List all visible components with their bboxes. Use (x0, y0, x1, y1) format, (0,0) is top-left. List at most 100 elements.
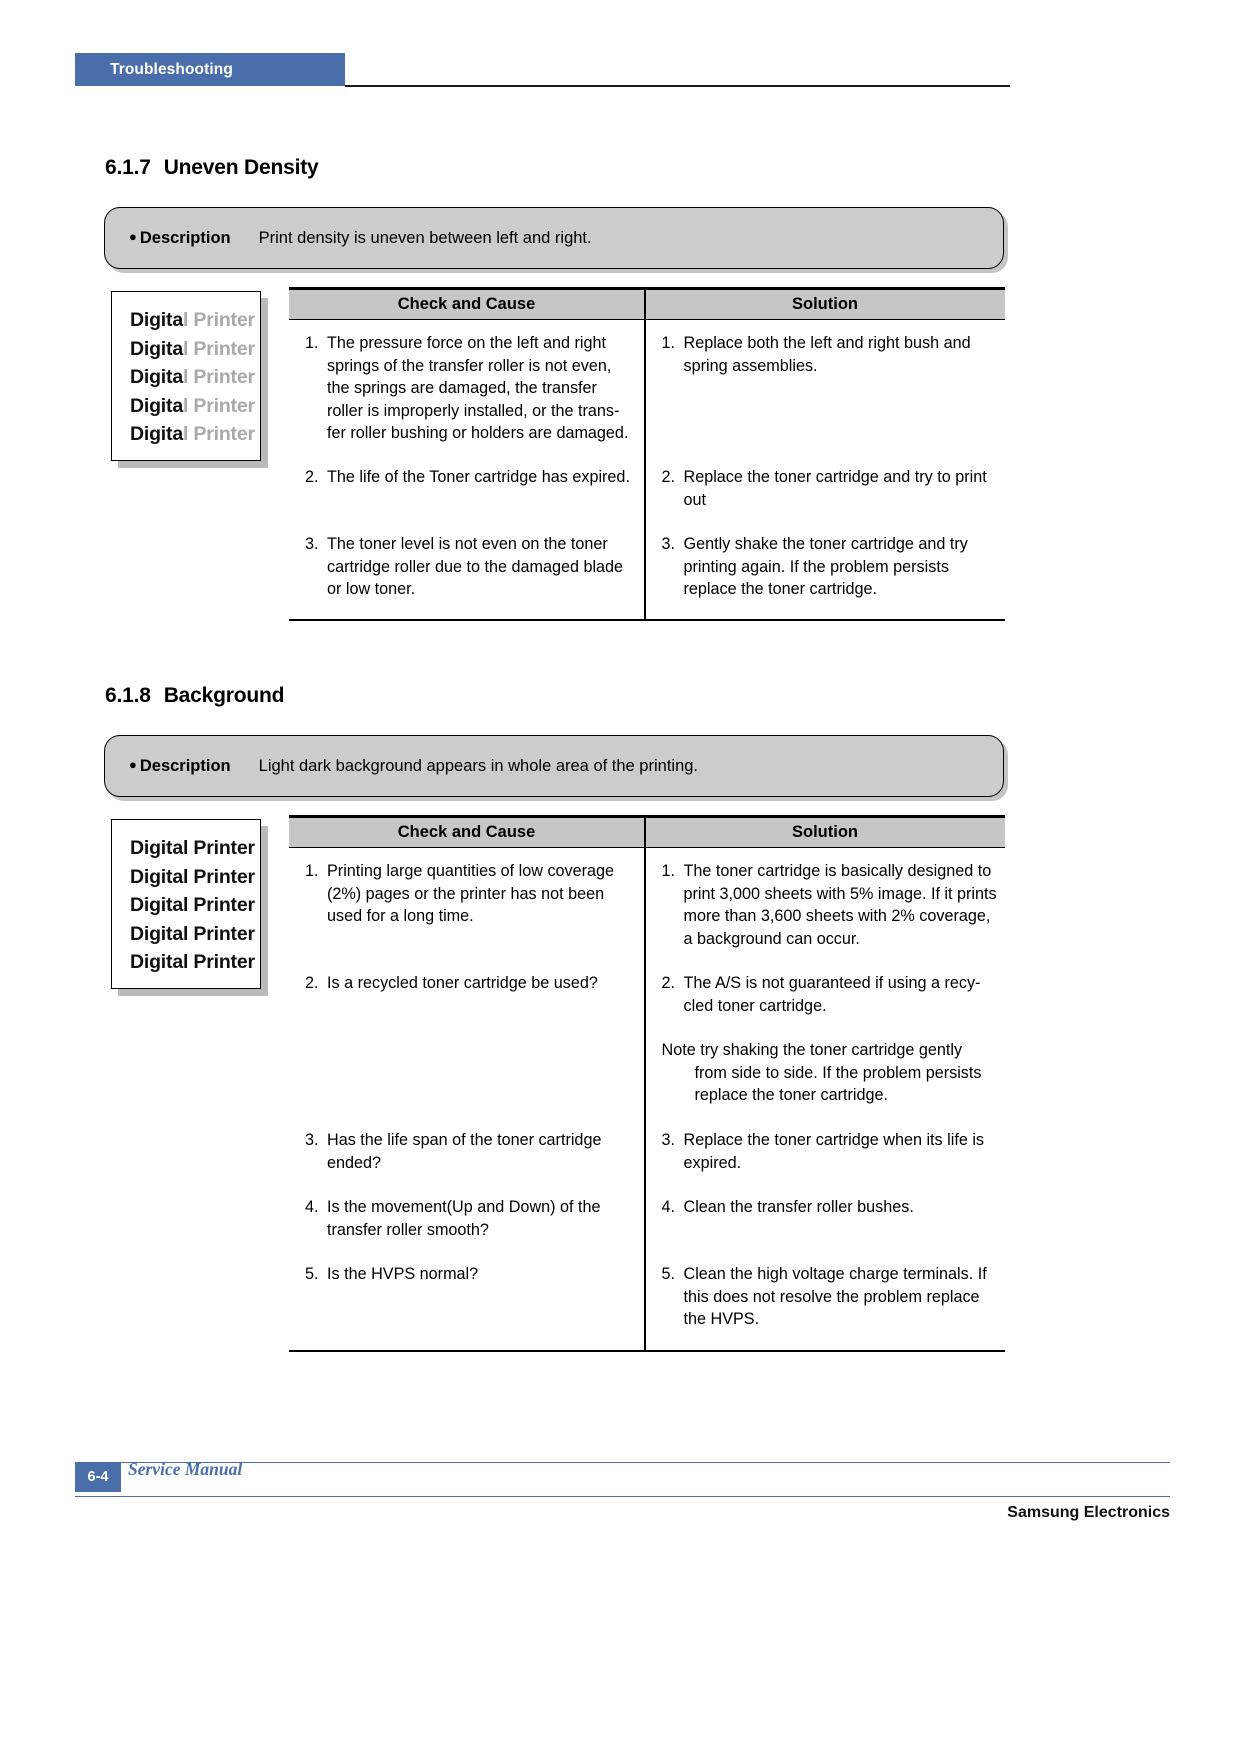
table-row: 3. Gently shake the toner cartridge and … (662, 533, 992, 601)
sample-line: Digital Printer (130, 335, 260, 364)
item-number: 3. (305, 1131, 319, 1149)
table-row: 2. Is a recycled toner cartridge be used… (305, 972, 630, 995)
table-column-causes: 1. The pressure force on the left and ri… (289, 320, 644, 619)
section-number-617: 6.1.7 (105, 156, 151, 179)
item-text: Replace both the left and right bush and… (683, 334, 971, 375)
table-row: 1. Replace both the left and right bush … (662, 332, 1002, 377)
section-heading-617: 6.1.7 Uneven Density (105, 156, 319, 180)
sample-line: Digital Printer (130, 834, 260, 863)
footer-page-number: 6-4 (75, 1462, 121, 1492)
description-text-618: Light dark background appears in whole a… (258, 756, 699, 775)
sample-line: Digital Printer (130, 948, 260, 977)
table-row: 1. The pressure force on the left and ri… (305, 332, 630, 445)
table-column-solutions: 1. The toner cartridge is basically desi… (646, 848, 1006, 1350)
header-chapter-tab: Troubleshooting (75, 53, 345, 86)
section-number-618: 6.1.8 (105, 684, 151, 707)
sample-line-dark: Digital Printer (130, 865, 255, 888)
item-number: 4. (661, 1198, 676, 1216)
section-title-617: Uneven Density (163, 156, 319, 179)
item-number: 5. (661, 1265, 676, 1283)
header-divider (345, 85, 1010, 87)
description-box-617: ● Description Print density is uneven bet… (104, 207, 1004, 269)
item-number: 3. (661, 535, 676, 553)
sample-line: Digital Printer (130, 920, 260, 949)
item-text: The toner cartridge is basically designe… (683, 862, 997, 948)
bullet-icon: ● (129, 756, 137, 772)
table-header-solution: Solution (644, 817, 1005, 847)
troubleshooting-table-617: Check and Cause Solution 1. The pressure… (289, 287, 1005, 621)
description-text-617: Print density is uneven between left and… (258, 228, 592, 247)
description-label-618: ● Description (129, 756, 231, 775)
sample-line: Digital Printer (130, 863, 260, 892)
sample-print-image-617: Digital Printer Digital Printer Digital … (111, 291, 261, 461)
item-text: Clean the high voltage charge terminals.… (683, 1265, 987, 1329)
sample-line-dark: Digita (130, 309, 183, 331)
table-bottom-border (289, 618, 1005, 621)
item-text: Clean the transfer roller bushes. (683, 1198, 914, 1216)
section-title-618: Background (163, 684, 285, 707)
table-header-solution: Solution (644, 289, 1005, 319)
item-text: Is a recycled toner cartridge be used? (327, 974, 598, 992)
sample-line: Digital Printer (130, 363, 260, 392)
sample-line: Digital Printer (130, 420, 260, 449)
item-text: Has the life span of the toner cartridge… (327, 1131, 602, 1172)
item-number: 1. (661, 862, 676, 880)
sample-print-image-618: Digital Printer Digital Printer Digital … (111, 819, 261, 989)
table-row: 2. Replace the toner cartridge and try t… (662, 466, 1007, 511)
table-header-row: Check and Cause Solution (289, 817, 1005, 847)
sample-line-dark: Digital Printer (130, 951, 255, 974)
section-heading-618: 6.1.8 Background (105, 684, 284, 708)
sample-line-dark: Digita (130, 366, 183, 389)
note-continuation: from side to side. If the problem persis… (694, 1063, 982, 1105)
sample-line-dark: Digital Printer (130, 837, 255, 859)
table-header-check-and-cause: Check and Cause (289, 817, 644, 847)
sample-line-faded: l Printer (182, 309, 255, 331)
item-text: Printing large quantities of low coverag… (327, 862, 615, 926)
troubleshooting-table-618: Check and Cause Solution 1. Printing lar… (289, 815, 1005, 1352)
header-chapter-label: Troubleshooting (110, 60, 233, 78)
table-column-causes: 1. Printing large quantities of low cove… (289, 848, 644, 1350)
table-header-row: Check and Cause Solution (289, 289, 1005, 319)
sample-line: Digital Printer (130, 891, 260, 920)
item-number: 1. (305, 334, 319, 352)
table-row: 4. Clean the transfer roller bushes. (662, 1196, 1002, 1219)
note-label: Note (661, 1041, 696, 1059)
footer-service-manual-label: Service Manual (128, 1459, 243, 1479)
item-number: 3. (661, 1131, 676, 1149)
footer-brand-label: Samsung Electronics (1007, 1504, 1170, 1521)
sample-line: Digital Printer (130, 306, 260, 335)
table-row: 3. The toner level is not even on the to… (305, 533, 630, 601)
table-header-check-and-cause: Check and Cause (289, 289, 644, 319)
document-page: Troubleshooting 6.1.7 Uneven Density ● Des… (0, 0, 1240, 1754)
table-row: 2. The A/S is not guaranteed if using a … (662, 972, 1002, 1017)
item-text: Gently shake the toner cartridge and try… (683, 535, 968, 599)
table-row: 1. Printing large quantities of low cove… (305, 860, 630, 928)
table-row: 2. The life of the Toner cartridge has e… (305, 466, 630, 489)
item-number: 3. (305, 535, 319, 553)
sample-line-faded: l Printer (182, 423, 255, 446)
item-text: Is the HVPS normal? (327, 1265, 479, 1283)
footer-bottom-divider (75, 1496, 1170, 1498)
sample-line-faded: l Printer (182, 366, 255, 389)
table-body: 1. The pressure force on the left and ri… (289, 320, 1005, 619)
item-text: Replace the toner cartridge when its lif… (683, 1131, 985, 1172)
item-number: 5. (305, 1265, 319, 1283)
table-row: 4. Is the movement(Up and Down) of the t… (305, 1196, 630, 1241)
item-text: Replace the toner cartridge and try to p… (683, 468, 987, 509)
description-label-617: ● Description (129, 228, 231, 247)
sample-line-dark: Digita (130, 394, 183, 417)
sample-line: Digital Printer (130, 392, 260, 421)
note-text: try shaking the toner cartridge gently (695, 1041, 963, 1059)
table-column-solutions: 1. Replace both the left and right bush … (646, 320, 1006, 619)
item-text: The life of the Toner cartridge has expi… (327, 468, 630, 486)
item-number: 2. (305, 974, 319, 992)
item-text: Is the movement(Up and Down) of the tran… (327, 1198, 601, 1239)
sample-line-dark: Digital Printer (130, 894, 255, 917)
item-number: 2. (305, 468, 319, 486)
item-number: 1. (661, 334, 676, 352)
sample-line-faded: l Printer (182, 394, 255, 417)
table-body: 1. Printing large quantities of low cove… (289, 848, 1005, 1350)
table-row: 5. Is the HVPS normal? (305, 1263, 630, 1286)
item-number: 1. (305, 862, 319, 880)
table-bottom-border (289, 1349, 1005, 1352)
